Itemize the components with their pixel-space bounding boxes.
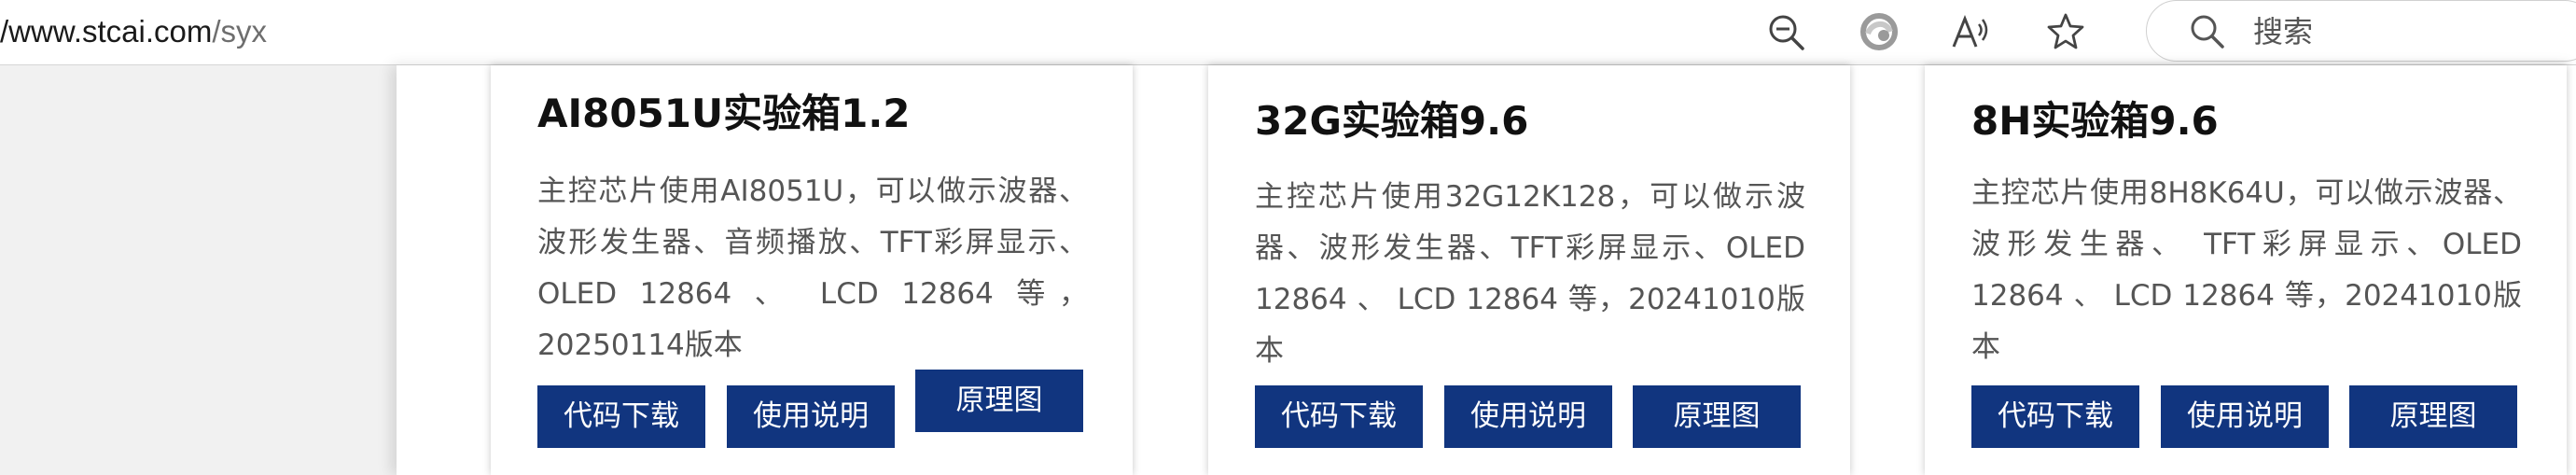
product-card: 8H实验箱9.6 主控芯片使用8H8K64U，可以做示波器、波形发生器、 TFT… — [1925, 65, 2567, 475]
product-card: AI8051U实验箱1.2 主控芯片使用AI8051U，可以做示波器、波形发生器… — [491, 65, 1133, 475]
manual-button[interactable]: 使用说明 — [1444, 385, 1612, 448]
schematic-button[interactable]: 原理图 — [1633, 385, 1801, 448]
code-download-button[interactable]: 代码下载 — [537, 385, 705, 448]
schematic-button[interactable]: 原理图 — [915, 370, 1083, 432]
url-host: /www.stcai.com — [0, 14, 213, 49]
search-icon — [2188, 12, 2225, 49]
search-input[interactable] — [2251, 8, 2572, 55]
favorite-star-icon[interactable] — [2045, 11, 2086, 52]
card-description: 主控芯片使用8H8K64U，可以做示波器、波形发生器、 TFT彩屏显示、OLED… — [1971, 176, 2522, 364]
address-bar[interactable]: /www.stcai.com/syx — [0, 7, 267, 56]
manual-button[interactable]: 使用说明 — [727, 385, 895, 448]
read-aloud-icon[interactable] — [1950, 11, 1991, 52]
edge-refresh-icon[interactable] — [1859, 11, 1900, 52]
card-title: 32G实验箱9.6 — [1255, 98, 1529, 144]
product-card: 32G实验箱9.6 主控芯片使用32G12K128，可以做示波器、波形发生器、T… — [1208, 65, 1850, 475]
schematic-button[interactable]: 原理图 — [2349, 385, 2517, 448]
search-box[interactable] — [2146, 0, 2576, 62]
manual-button[interactable]: 使用说明 — [2161, 385, 2329, 448]
code-download-button[interactable]: 代码下载 — [1255, 385, 1423, 448]
card-title: AI8051U实验箱1.2 — [537, 91, 911, 136]
card-description: 主控芯片使用AI8051U，可以做示波器、波形发生器、音频播放、TFT彩屏显示、… — [537, 175, 1088, 362]
card-description: 主控芯片使用32G12K128，可以做示波器、波形发生器、TFT彩屏显示、OLE… — [1255, 180, 1805, 368]
code-download-button[interactable]: 代码下载 — [1971, 385, 2139, 448]
card-title: 8H实验箱9.6 — [1971, 98, 2219, 144]
zoom-out-icon[interactable] — [1765, 11, 1806, 52]
browser-toolbar: /www.stcai.com/syx — [0, 0, 2576, 65]
url-path: /syx — [212, 14, 268, 49]
